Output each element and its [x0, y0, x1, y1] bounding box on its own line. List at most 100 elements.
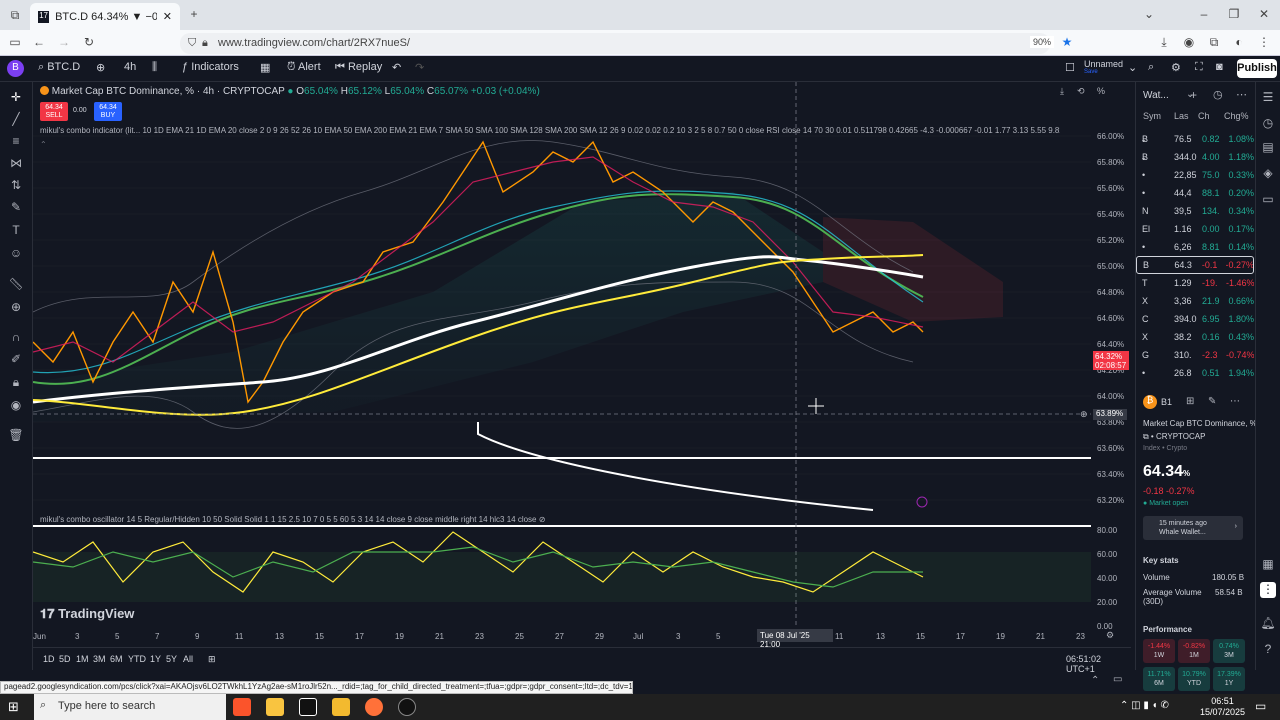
col-last[interactable]: Las [1174, 111, 1189, 121]
help-icon[interactable]: ? [1260, 642, 1276, 658]
redo-icon[interactable]: ↷ [415, 61, 424, 74]
templates-icon[interactable]: ▦ [260, 61, 270, 74]
binance-icon[interactable] [332, 698, 350, 716]
undo-icon[interactable]: ↶ [392, 61, 401, 74]
buy-button[interactable]: 64.34 BUY [94, 102, 122, 121]
detail-exchange[interactable]: ⧉ • CRYPTOCAP [1143, 432, 1205, 442]
watchlist-row[interactable]: • 26.8 0.51 1.94% [1136, 364, 1254, 382]
avatar[interactable]: B [7, 60, 24, 77]
interval-button[interactable]: 4h [124, 61, 136, 73]
close-window-icon[interactable]: ✕ [1255, 7, 1273, 21]
timeframe-button[interactable]: 1Y [150, 654, 161, 664]
fib-icon[interactable]: ≡ [8, 134, 24, 150]
browser-tab[interactable]: 17 BTC.D 64.34% ▼ −0.27% Unna ✕ [30, 3, 180, 30]
alert-button[interactable]: ⏰︎ Alert [287, 61, 321, 74]
text-icon[interactable]: T [8, 223, 24, 239]
watchlist-row[interactable]: G 310. -2.3 -0.74% [1136, 346, 1254, 364]
url-field[interactable]: ⛉ 🔒︎ www.tradingview.com/chart/2RX7nueS/… [180, 33, 1055, 54]
more-icon[interactable]: ⋯ [1236, 88, 1247, 101]
performance-tile[interactable]: -1.44% 1W [1143, 639, 1175, 663]
sell-button[interactable]: 64.34 SELL [40, 102, 68, 121]
timeframe-button[interactable]: 1M [76, 654, 89, 664]
details-icon[interactable]: ▤ [1260, 140, 1276, 156]
time-settings-icon[interactable]: ⚙ [1106, 630, 1114, 641]
windows-start-icon[interactable]: ⊞ [8, 699, 19, 715]
price-chart[interactable] [33, 82, 1131, 647]
forecast-icon[interactable]: ⇅ [8, 178, 24, 194]
panel-icon[interactable]: ▭ [1113, 674, 1122, 685]
camera-icon[interactable]: ◙ [1216, 61, 1223, 73]
layers-icon[interactable]: ◈ [1260, 166, 1276, 182]
reload-icon[interactable]: ↻ [80, 35, 98, 49]
history-icon[interactable]: ◷ [1213, 88, 1223, 101]
emoji-icon[interactable]: ☺ [8, 246, 24, 262]
apps-icon[interactable]: ⋮ [1260, 582, 1276, 598]
profile-icon[interactable]: ◉ [1180, 35, 1198, 49]
zoom-icon[interactable]: ⊕ [8, 300, 24, 316]
watchlist-icon[interactable]: ☰ [1260, 90, 1276, 106]
timeframe-button[interactable]: 5D [59, 654, 71, 664]
detail-symbol[interactable]: B1 [1161, 397, 1172, 407]
performance-tile[interactable]: 17.39% 1Y [1213, 667, 1245, 691]
taskbar-clock[interactable]: 06:51 15/07/2025 [1200, 696, 1245, 718]
col-change-pct[interactable]: Chg% [1224, 111, 1249, 121]
download-icon[interactable]: ⤓ [1155, 35, 1173, 50]
new-tab-icon[interactable]: + [185, 7, 203, 21]
watchlist-row[interactable]: • 6,26 8.81 0.14% [1136, 238, 1254, 256]
performance-tile[interactable]: 11.71% 6M [1143, 667, 1175, 691]
sidebar-icon[interactable]: ▭ [6, 35, 24, 49]
chat-icon[interactable]: ▭ [1260, 192, 1276, 208]
restore-icon[interactable]: ❐ [1225, 7, 1243, 21]
extensions-icon[interactable]: ⧉ [1205, 35, 1223, 50]
more-icon[interactable]: ⋯ [1230, 396, 1240, 407]
add-icon[interactable]: + [1190, 88, 1197, 102]
oscillator-legend[interactable]: mikul's combo oscillator 14 5 Regular/Hi… [40, 515, 545, 524]
watchlist-row[interactable]: • 22,85 75.0 0.33% [1136, 166, 1254, 184]
eye-icon[interactable]: ◉ [8, 398, 24, 414]
forward-icon[interactable]: → [55, 35, 73, 49]
tab-actions-icon[interactable]: ⧉ [6, 8, 24, 23]
pattern-icon[interactable]: ⋈ [8, 156, 24, 172]
star-icon[interactable]: ★ [1058, 35, 1076, 49]
col-change[interactable]: Ch [1198, 111, 1210, 121]
zoom-level[interactable]: 90% [1030, 36, 1055, 48]
sync-icon[interactable]: ⟲ [1077, 86, 1085, 97]
menu-icon[interactable]: ⋮ [1255, 35, 1273, 49]
firefox-icon[interactable] [365, 698, 383, 716]
timeframe-button[interactable]: 1D [43, 654, 55, 664]
scroll-down-icon[interactable]: ⤓ [1060, 86, 1064, 97]
watchlist-row[interactable]: C 394.0 6.95 1.80% [1136, 310, 1254, 328]
indicator-legend[interactable]: mikul's combo indicator (lit... 10 1D EM… [40, 126, 1060, 135]
watchlist-row[interactable]: Ƀ 344.0 4.00 1.18% [1136, 148, 1254, 166]
col-symbol[interactable]: Sym [1143, 111, 1161, 121]
file-explorer-icon[interactable] [266, 698, 284, 716]
timeframe-button[interactable]: 5Y [166, 654, 177, 664]
news-item[interactable]: 15 minutes ago Whale Wallet... › [1143, 516, 1243, 540]
watchlist-row[interactable]: Ƀ 76.5 0.82 1.08% [1136, 130, 1254, 148]
alerts-clock-icon[interactable]: ◷ [1260, 116, 1276, 132]
trash-icon[interactable]: 🗑︎ [8, 428, 24, 444]
collapse-icon[interactable]: ⌃ [40, 140, 47, 149]
copilot-icon[interactable]: ◐ [1230, 35, 1248, 49]
crosshair-icon[interactable]: ✛ [8, 90, 24, 106]
watchlist-row[interactable]: X 38.2 0.16 0.43% [1136, 328, 1254, 346]
layout-checkbox-icon[interactable]: ☐ [1065, 61, 1075, 74]
utc-clock[interactable]: 06:51:02 UTC+1 [1066, 654, 1131, 674]
performance-tile[interactable]: 0.74% 3M [1213, 639, 1245, 663]
taskbar-search[interactable]: ⌕ Type here to search [34, 694, 226, 720]
chevron-down-icon[interactable]: ⌄ [1140, 7, 1158, 21]
price-axis-unit[interactable]: % [1097, 86, 1105, 96]
ruler-icon[interactable]: 📏︎ [8, 277, 24, 293]
publish-button[interactable]: Publish [1237, 59, 1277, 78]
indicators-button[interactable]: ƒ Indicators [182, 61, 239, 73]
chevron-up-icon[interactable]: ⌃ [1091, 675, 1099, 686]
bell-icon[interactable]: 🔔︎ [1260, 616, 1276, 632]
candles-icon[interactable]: ⫼ [152, 61, 157, 74]
edit-icon[interactable]: ✎ [1208, 396, 1216, 407]
app-icon[interactable] [299, 698, 317, 716]
tradingview-app-icon[interactable] [398, 698, 416, 716]
date-range-icon[interactable]: ⊞ [208, 654, 216, 665]
quick-search-icon[interactable]: ⌕ [1148, 61, 1154, 74]
brush-icon[interactable]: ✎ [8, 200, 24, 216]
layout-icon[interactable]: ⊞ [1186, 396, 1194, 407]
